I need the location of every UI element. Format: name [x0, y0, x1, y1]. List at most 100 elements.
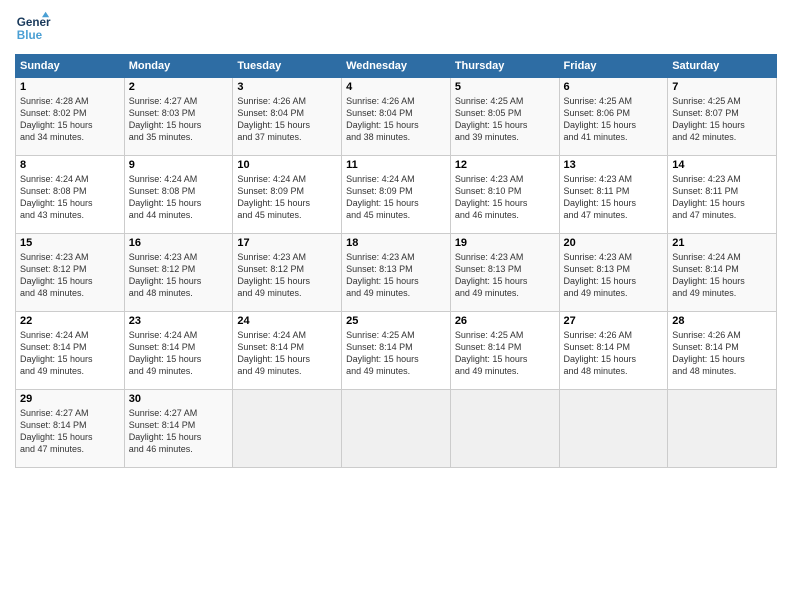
day-cell: 9 Sunrise: 4:24 AM Sunset: 8:08 PM Daylig…: [124, 156, 233, 234]
day-number: 29: [20, 393, 120, 405]
day-cell: [342, 390, 451, 468]
day-info: Sunrise: 4:27 AM Sunset: 8:14 PM Dayligh…: [129, 407, 229, 456]
header-saturday: Saturday: [668, 55, 777, 78]
day-cell: 14 Sunrise: 4:23 AM Sunset: 8:11 PM Dayli…: [668, 156, 777, 234]
day-cell: 3Sunrise: 4:26 AM Sunset: 8:04 PM Daylig…: [233, 78, 342, 156]
day-info: Sunrise: 4:23 AM Sunset: 8:13 PM Dayligh…: [455, 251, 555, 300]
day-number: 26: [455, 315, 555, 327]
day-number: 28: [672, 315, 772, 327]
day-info: Sunrise: 4:24 AM Sunset: 8:14 PM Dayligh…: [129, 329, 229, 378]
day-number: 6: [564, 81, 664, 93]
day-number: 11: [346, 159, 446, 171]
week-row-2: 8 Sunrise: 4:24 AM Sunset: 8:08 PM Daylig…: [16, 156, 777, 234]
day-info: Sunrise: 4:23 AM Sunset: 8:11 PM Dayligh…: [564, 173, 664, 222]
day-cell: 12Sunrise: 4:23 AM Sunset: 8:10 PM Dayli…: [450, 156, 559, 234]
day-info: Sunrise: 4:24 AM Sunset: 8:14 PM Dayligh…: [20, 329, 120, 378]
day-number: 10: [237, 159, 337, 171]
svg-text:Blue: Blue: [17, 29, 43, 42]
day-number: 22: [20, 315, 120, 327]
day-cell: 16Sunrise: 4:23 AM Sunset: 8:12 PM Dayli…: [124, 234, 233, 312]
day-number: 25: [346, 315, 446, 327]
header-row: SundayMondayTuesdayWednesdayThursdayFrid…: [16, 55, 777, 78]
day-number: 7: [672, 81, 772, 93]
day-cell: 15 Sunrise: 4:23 AM Sunset: 8:12 PM Dayli…: [16, 234, 125, 312]
day-number: 21: [672, 237, 772, 249]
day-number: 4: [346, 81, 446, 93]
day-info: Sunrise: 4:25 AM Sunset: 8:07 PM Dayligh…: [672, 95, 772, 144]
day-info: Sunrise: 4:25 AM Sunset: 8:05 PM Dayligh…: [455, 95, 555, 144]
day-info: Sunrise: 4:24 AM Sunset: 8:09 PM Dayligh…: [346, 173, 446, 222]
header-monday: Monday: [124, 55, 233, 78]
day-cell: 5Sunrise: 4:25 AM Sunset: 8:05 PM Daylig…: [450, 78, 559, 156]
day-info: Sunrise: 4:24 AM Sunset: 8:09 PM Dayligh…: [237, 173, 337, 222]
day-info: Sunrise: 4:26 AM Sunset: 8:14 PM Dayligh…: [564, 329, 664, 378]
calendar-header: SundayMondayTuesdayWednesdayThursdayFrid…: [16, 55, 777, 78]
day-info: Sunrise: 4:26 AM Sunset: 8:04 PM Dayligh…: [346, 95, 446, 144]
day-cell: 22 Sunrise: 4:24 AM Sunset: 8:14 PM Dayli…: [16, 312, 125, 390]
day-number: 30: [129, 393, 229, 405]
week-row-1: 1Sunrise: 4:28 AM Sunset: 8:02 PM Daylig…: [16, 78, 777, 156]
day-number: 2: [129, 81, 229, 93]
day-cell: [450, 390, 559, 468]
day-info: Sunrise: 4:23 AM Sunset: 8:13 PM Dayligh…: [564, 251, 664, 300]
header-friday: Friday: [559, 55, 668, 78]
header: General Blue: [15, 10, 777, 46]
day-cell: 21Sunrise: 4:24 AM Sunset: 8:14 PM Dayli…: [668, 234, 777, 312]
day-info: Sunrise: 4:24 AM Sunset: 8:08 PM Dayligh…: [129, 173, 229, 222]
week-row-4: 22 Sunrise: 4:24 AM Sunset: 8:14 PM Dayli…: [16, 312, 777, 390]
day-number: 9: [129, 159, 229, 171]
day-number: 8: [20, 159, 120, 171]
week-row-5: 29 Sunrise: 4:27 AM Sunset: 8:14 PM Dayli…: [16, 390, 777, 468]
logo: General Blue: [15, 10, 51, 46]
day-cell: 25 Sunrise: 4:25 AM Sunset: 8:14 PM Dayli…: [342, 312, 451, 390]
day-cell: 24 Sunrise: 4:24 AM Sunset: 8:14 PM Dayli…: [233, 312, 342, 390]
calendar-body: 1Sunrise: 4:28 AM Sunset: 8:02 PM Daylig…: [16, 78, 777, 468]
day-cell: 2Sunrise: 4:27 AM Sunset: 8:03 PM Daylig…: [124, 78, 233, 156]
day-info: Sunrise: 4:28 AM Sunset: 8:02 PM Dayligh…: [20, 95, 120, 144]
day-info: Sunrise: 4:23 AM Sunset: 8:12 PM Dayligh…: [20, 251, 120, 300]
day-cell: 18 Sunrise: 4:23 AM Sunset: 8:13 PM Dayli…: [342, 234, 451, 312]
day-cell: 10 Sunrise: 4:24 AM Sunset: 8:09 PM Dayli…: [233, 156, 342, 234]
day-cell: [668, 390, 777, 468]
day-number: 16: [129, 237, 229, 249]
day-number: 24: [237, 315, 337, 327]
day-number: 27: [564, 315, 664, 327]
header-tuesday: Tuesday: [233, 55, 342, 78]
day-cell: 4 Sunrise: 4:26 AM Sunset: 8:04 PM Daylig…: [342, 78, 451, 156]
day-info: Sunrise: 4:25 AM Sunset: 8:14 PM Dayligh…: [455, 329, 555, 378]
day-cell: [559, 390, 668, 468]
day-cell: 26 Sunrise: 4:25 AM Sunset: 8:14 PM Dayli…: [450, 312, 559, 390]
day-cell: 29 Sunrise: 4:27 AM Sunset: 8:14 PM Dayli…: [16, 390, 125, 468]
calendar-table: SundayMondayTuesdayWednesdayThursdayFrid…: [15, 54, 777, 468]
day-info: Sunrise: 4:25 AM Sunset: 8:14 PM Dayligh…: [346, 329, 446, 378]
day-number: 20: [564, 237, 664, 249]
day-cell: 7 Sunrise: 4:25 AM Sunset: 8:07 PM Daylig…: [668, 78, 777, 156]
day-info: Sunrise: 4:24 AM Sunset: 8:14 PM Dayligh…: [237, 329, 337, 378]
day-cell: 6 Sunrise: 4:25 AM Sunset: 8:06 PM Daylig…: [559, 78, 668, 156]
header-sunday: Sunday: [16, 55, 125, 78]
week-row-3: 15 Sunrise: 4:23 AM Sunset: 8:12 PM Dayli…: [16, 234, 777, 312]
day-number: 3: [237, 81, 337, 93]
day-cell: 13 Sunrise: 4:23 AM Sunset: 8:11 PM Dayli…: [559, 156, 668, 234]
day-cell: 20 Sunrise: 4:23 AM Sunset: 8:13 PM Dayli…: [559, 234, 668, 312]
day-info: Sunrise: 4:23 AM Sunset: 8:11 PM Dayligh…: [672, 173, 772, 222]
svg-text:General: General: [17, 16, 51, 29]
page: General Blue SundayMondayTuesdayWednesda…: [0, 0, 792, 612]
day-number: 14: [672, 159, 772, 171]
day-number: 12: [455, 159, 555, 171]
day-cell: 17Sunrise: 4:23 AM Sunset: 8:12 PM Dayli…: [233, 234, 342, 312]
day-cell: 30 Sunrise: 4:27 AM Sunset: 8:14 PM Dayli…: [124, 390, 233, 468]
day-info: Sunrise: 4:24 AM Sunset: 8:08 PM Dayligh…: [20, 173, 120, 222]
day-cell: [233, 390, 342, 468]
day-info: Sunrise: 4:25 AM Sunset: 8:06 PM Dayligh…: [564, 95, 664, 144]
day-number: 18: [346, 237, 446, 249]
day-number: 13: [564, 159, 664, 171]
day-cell: 8 Sunrise: 4:24 AM Sunset: 8:08 PM Daylig…: [16, 156, 125, 234]
logo-icon: General Blue: [15, 10, 51, 46]
day-cell: 28Sunrise: 4:26 AM Sunset: 8:14 PM Dayli…: [668, 312, 777, 390]
day-info: Sunrise: 4:23 AM Sunset: 8:13 PM Dayligh…: [346, 251, 446, 300]
day-info: Sunrise: 4:27 AM Sunset: 8:14 PM Dayligh…: [20, 407, 120, 456]
day-number: 15: [20, 237, 120, 249]
day-number: 17: [237, 237, 337, 249]
header-wednesday: Wednesday: [342, 55, 451, 78]
